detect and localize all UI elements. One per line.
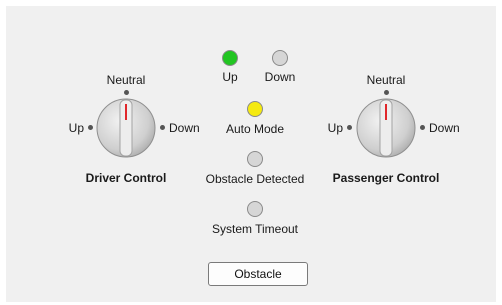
down-lamp-label: Down bbox=[264, 70, 296, 84]
passenger-knob-indicator bbox=[385, 104, 387, 120]
driver-control-title: Driver Control bbox=[85, 171, 167, 185]
driver-down-tick bbox=[160, 125, 165, 130]
passenger-up-tick bbox=[347, 125, 352, 130]
up-lamp bbox=[222, 50, 238, 66]
driver-neutral-label: Neutral bbox=[106, 73, 146, 87]
passenger-down-tick bbox=[420, 125, 425, 130]
driver-knob-indicator bbox=[125, 104, 127, 120]
passenger-neutral-tick bbox=[384, 90, 389, 95]
driver-up-label: Up bbox=[68, 121, 84, 135]
driver-down-label: Down bbox=[169, 121, 200, 135]
passenger-down-label: Down bbox=[429, 121, 460, 135]
driver-control-knob[interactable] bbox=[96, 98, 156, 158]
system-timeout-label: System Timeout bbox=[211, 222, 299, 236]
down-lamp bbox=[272, 50, 288, 66]
passenger-control-knob[interactable] bbox=[356, 98, 416, 158]
system-timeout-lamp bbox=[247, 201, 263, 217]
up-lamp-label: Up bbox=[222, 70, 238, 84]
passenger-neutral-label: Neutral bbox=[366, 73, 406, 87]
passenger-up-label: Up bbox=[327, 121, 343, 135]
auto-mode-lamp bbox=[247, 101, 263, 117]
passenger-control-title: Passenger Control bbox=[332, 171, 440, 185]
driver-up-tick bbox=[88, 125, 93, 130]
driver-neutral-tick bbox=[124, 90, 129, 95]
obstacle-button[interactable]: Obstacle bbox=[208, 262, 308, 286]
obstacle-detected-label: Obstacle Detected bbox=[205, 172, 305, 186]
auto-mode-label: Auto Mode bbox=[225, 122, 285, 136]
obstacle-detected-lamp bbox=[247, 151, 263, 167]
